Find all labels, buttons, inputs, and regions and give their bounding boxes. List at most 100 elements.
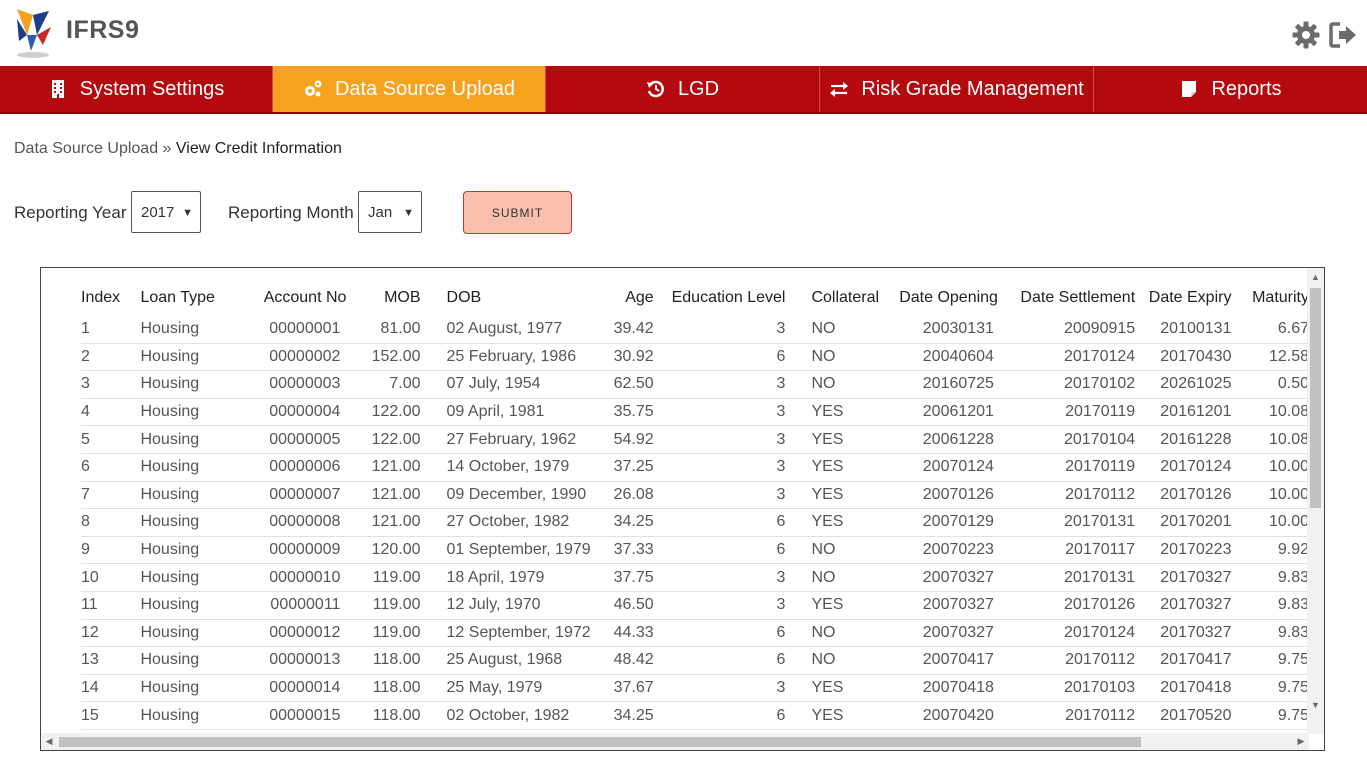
table-cell: 6 (653, 619, 786, 648)
col-header[interactable]: Maturity (1231, 280, 1309, 316)
nav-data-source-upload[interactable]: Data Source Upload (273, 66, 546, 112)
reporting-year-select[interactable]: 2017 ▼ (131, 191, 201, 233)
table-cell: 35.75 (604, 398, 654, 427)
nav-risk-grade-management[interactable]: Risk Grade Management (820, 66, 1094, 112)
nav-label: LGD (677, 77, 720, 100)
nav-lgd[interactable]: LGD (546, 66, 820, 112)
table-cell: 121.00 (356, 453, 421, 482)
scroll-left-arrow-icon[interactable]: ◀ (41, 733, 57, 750)
table-cell: YES (785, 398, 899, 427)
table-cell: 37.75 (604, 563, 654, 592)
table-cell: 0.50 (1231, 370, 1309, 399)
reporting-month-select[interactable]: Jan ▼ (358, 191, 422, 233)
col-header[interactable]: DOB (421, 280, 605, 316)
chevron-down-icon: ▼ (182, 207, 193, 219)
table-cell: 26.08 (604, 481, 654, 510)
table-cell: 7.00 (356, 370, 421, 399)
table-row[interactable]: 13 Housing 00000013 118.00 25 August, 1968 48… (81, 646, 1309, 675)
vertical-scroll-thumb[interactable] (1310, 288, 1321, 508)
scroll-up-arrow-icon[interactable]: ▲ (1307, 270, 1324, 284)
table-cell: 20070420 (898, 701, 998, 730)
table-row[interactable]: 1 Housing 00000001 81.00 02 August, 1977 39.4… (81, 316, 1309, 344)
logout-icon[interactable] (1328, 20, 1358, 50)
table-cell: 20170131 (997, 508, 1136, 537)
table-cell: 00000001 (234, 316, 357, 344)
col-header[interactable]: Education Level (654, 280, 786, 316)
table-cell: 20061201 (898, 398, 998, 427)
table-cell: 3 (653, 370, 786, 399)
table-row[interactable]: 4 Housing 00000004 122.00 09 April, 1981 35.7… (81, 398, 1309, 427)
table-cell: 3 (653, 316, 786, 344)
table-cell: YES (785, 481, 899, 510)
col-header[interactable]: MOB (356, 280, 420, 316)
gear-icon[interactable] (1291, 20, 1321, 50)
submit-button[interactable]: SUBMIT (463, 191, 572, 234)
table-row[interactable]: 12 Housing 00000012 119.00 12 September, 197… (81, 619, 1309, 648)
horizontal-scroll-thumb[interactable] (59, 737, 1141, 747)
table-cell: 27 February, 1962 (420, 425, 605, 454)
table-cell: 20170104 (997, 425, 1136, 454)
table-cell: 122.00 (356, 398, 421, 427)
table-cell: 25 February, 1986 (420, 343, 605, 372)
table-cell: 20170430 (1135, 343, 1232, 372)
table-cell: 9.75 (1231, 674, 1309, 703)
col-header[interactable]: Collateral (785, 280, 899, 316)
table-cell: 6 (81, 453, 141, 482)
table-cell: 3 (653, 591, 786, 620)
table-cell: 20170124 (997, 343, 1136, 372)
table-cell: 01 September, 1979 (420, 536, 605, 565)
table-row[interactable]: 11 Housing 00000011 119.00 12 July, 1970 46.5… (81, 591, 1309, 620)
table-row[interactable]: 14 Housing 00000014 118.00 25 May, 1979 37.67… (81, 674, 1309, 703)
table-cell: 20170327 (1135, 619, 1232, 648)
col-header[interactable]: Date Expiry (1135, 280, 1232, 316)
table-cell: 10.08 (1231, 425, 1309, 454)
scroll-down-arrow-icon[interactable]: ▼ (1307, 698, 1324, 712)
table-cell: 15 (81, 701, 141, 730)
table-row[interactable]: 3 Housing 00000003 7.00 07 July, 1954 62.50 3 N… (81, 370, 1309, 399)
nav-system-settings[interactable]: System Settings (0, 66, 273, 112)
breadcrumb-parent-link[interactable]: Data Source Upload (14, 140, 158, 157)
table-cell: Housing (140, 370, 235, 399)
vertical-scrollbar[interactable]: ▲ ▼ (1307, 268, 1324, 734)
table-cell: 20061228 (898, 425, 998, 454)
col-header[interactable]: Account No (234, 280, 356, 316)
nav-reports[interactable]: Reports (1094, 66, 1367, 112)
col-header[interactable]: Index (81, 280, 140, 316)
col-header[interactable]: Date Opening (899, 280, 998, 316)
table-cell: 39.42 (604, 316, 654, 344)
table-row[interactable]: 9 Housing 00000009 120.00 01 September, 1979… (81, 536, 1309, 565)
col-header[interactable]: Loan Type (140, 280, 234, 316)
table-row[interactable]: 5 Housing 00000005 122.00 27 February, 1962 5… (81, 425, 1309, 454)
table-cell: 20170520 (1135, 701, 1232, 730)
table-cell: 20170327 (1135, 591, 1232, 620)
table-row[interactable]: 2 Housing 00000002 152.00 25 February, 1986 3… (81, 343, 1309, 372)
table-row[interactable]: 7 Housing 00000007 121.00 09 December, 1990 2… (81, 481, 1309, 510)
history-icon (646, 80, 664, 98)
table-row[interactable]: 6 Housing 00000006 121.00 14 October, 1979 37… (81, 453, 1309, 482)
table-row[interactable]: 10 Housing 00000010 119.00 18 April, 1979 37.… (81, 563, 1309, 592)
table-cell: 6 (653, 508, 786, 537)
table-row[interactable]: 8 Housing 00000008 121.00 27 October, 1982 34… (81, 508, 1309, 537)
table-cell: Housing (140, 316, 235, 344)
table-row[interactable]: 15 Housing 00000015 118.00 02 October, 1982 3… (81, 701, 1309, 730)
col-header[interactable]: Date Settlement (998, 280, 1135, 316)
table-cell: 6 (653, 343, 786, 372)
nav-label: Data Source Upload (334, 77, 516, 100)
col-header[interactable]: Age (605, 280, 653, 316)
table-cell: 34.25 (604, 701, 654, 730)
table-cell: 6 (653, 646, 786, 675)
table-cell: 20170126 (1135, 481, 1232, 510)
table-cell: 54.92 (604, 425, 654, 454)
table-cell: 20161201 (1135, 398, 1232, 427)
table-cell: 3 (653, 481, 786, 510)
credit-info-table-panel: Index Loan Type Account No MOB DOB Age E… (40, 267, 1325, 751)
table-cell: NO (785, 343, 899, 372)
table-cell: 8 (81, 508, 141, 537)
scroll-right-arrow-icon[interactable]: ▶ (1293, 733, 1309, 750)
table-cell: 20170119 (997, 453, 1136, 482)
table-cell: Housing (140, 701, 235, 730)
table-cell: Housing (140, 343, 235, 372)
horizontal-scrollbar[interactable]: ◀ ▶ (41, 733, 1309, 750)
table-cell: 00000006 (234, 453, 357, 482)
table-cell: 118.00 (356, 646, 421, 675)
